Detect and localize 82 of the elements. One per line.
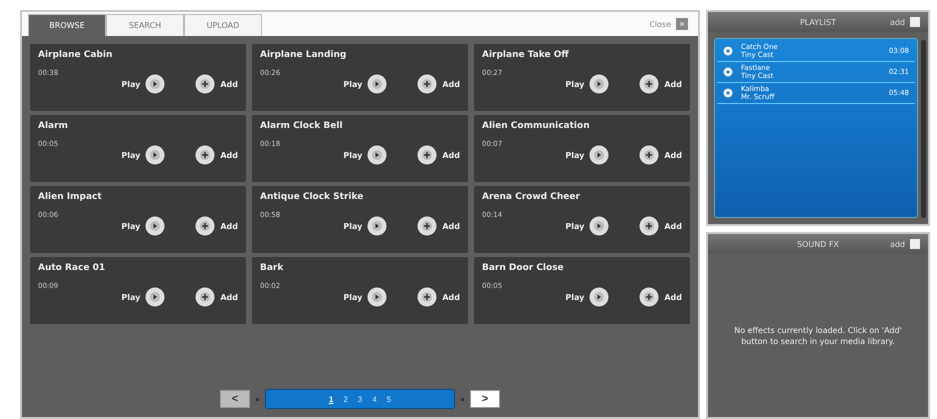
add-button[interactable]	[910, 17, 920, 27]
add-button[interactable]	[910, 239, 920, 249]
sound-name: Barn Door Close	[482, 263, 565, 273]
add-button[interactable]: Add	[417, 287, 460, 307]
play-icon	[589, 287, 610, 307]
disc-icon	[723, 67, 733, 77]
play-button[interactable]: Play	[343, 145, 388, 165]
panel-title: SOUND FX	[796, 240, 840, 248]
plus-icon	[195, 74, 216, 94]
play-icon	[367, 74, 388, 94]
play-icon	[367, 145, 388, 165]
play-icon	[589, 74, 610, 94]
add-button[interactable]: Add	[195, 145, 238, 165]
plus-icon	[639, 287, 660, 307]
play-icon	[145, 216, 166, 236]
previous-button[interactable]: <	[220, 390, 250, 408]
sound-name: Bark	[260, 263, 284, 273]
close-button[interactable]: ×	[676, 18, 688, 30]
empty-message: No effects currently loaded. Click on 'Add' button to search in your media library.	[733, 324, 903, 346]
sound-name: Arena Crowd Cheer	[482, 192, 581, 202]
play-button[interactable]: Play	[343, 74, 388, 94]
plus-icon	[195, 216, 216, 236]
page-number[interactable]: 3	[356, 394, 364, 404]
plus-icon	[417, 145, 438, 165]
sound-name: Airplane Landing	[260, 50, 348, 60]
add-button[interactable]: Add	[417, 74, 460, 94]
play-button[interactable]: Play	[121, 74, 166, 94]
add-button[interactable]: Add	[195, 74, 238, 94]
disc-icon	[723, 46, 733, 56]
plus-icon	[639, 216, 660, 236]
add-button[interactable]: Add	[195, 287, 238, 307]
play-button[interactable]: Play	[565, 216, 610, 236]
add-button[interactable]: Add	[639, 287, 682, 307]
plus-icon	[639, 145, 660, 165]
play-button[interactable]: Play	[121, 216, 166, 236]
sound-name: Airplane Take Off	[482, 50, 570, 60]
tab[interactable]: BROWSE	[28, 14, 106, 36]
add-button[interactable]: Add	[417, 216, 460, 236]
play-icon	[367, 216, 388, 236]
add-button[interactable]: Add	[639, 145, 682, 165]
add-label[interactable]: add	[890, 18, 905, 26]
play-button[interactable]: Play	[343, 216, 388, 236]
page-number[interactable]: 2	[342, 394, 349, 404]
sound-name: Alien Impact	[38, 192, 103, 202]
add-label[interactable]: add	[890, 240, 905, 248]
plus-icon	[417, 287, 438, 307]
play-icon	[145, 145, 166, 165]
sound-name: Antique Clock Strike	[260, 192, 364, 202]
panel-title: PLAYLIST	[798, 18, 837, 26]
tab[interactable]: UPLOAD	[184, 14, 262, 36]
add-button[interactable]: Add	[195, 216, 238, 236]
play-icon	[367, 287, 388, 307]
play-button[interactable]: Play	[343, 287, 388, 307]
play-button[interactable]: Play	[565, 287, 610, 307]
add-button[interactable]: Add	[639, 216, 682, 236]
plus-icon	[195, 287, 216, 307]
plus-icon	[195, 145, 216, 165]
play-button[interactable]: Play	[121, 287, 166, 307]
disc-icon	[723, 88, 733, 98]
sound-name: Alarm Clock Bell	[260, 121, 344, 131]
add-button[interactable]: Add	[417, 145, 460, 165]
add-button[interactable]: Add	[639, 74, 682, 94]
play-icon	[589, 145, 610, 165]
page-number[interactable]: 1	[328, 394, 334, 404]
next-button[interactable]: >	[470, 390, 500, 408]
play-icon	[589, 216, 610, 236]
plus-icon	[417, 216, 438, 236]
sound-name: Auto Race 01	[38, 263, 106, 273]
page-number[interactable]: 4	[371, 394, 378, 404]
play-button[interactable]: Play	[565, 145, 610, 165]
plus-icon	[417, 74, 438, 94]
sound-name: Alarm	[38, 121, 69, 131]
sound-name: Airplane Cabin	[38, 50, 114, 60]
play-icon	[145, 74, 166, 94]
sound-name: Alien Communication	[482, 121, 591, 131]
scrollbar[interactable]	[921, 40, 926, 218]
tab[interactable]: SEARCH	[106, 14, 184, 36]
play-icon	[145, 287, 166, 307]
play-button[interactable]: Play	[121, 145, 166, 165]
play-button[interactable]: Play	[565, 74, 610, 94]
page-number[interactable]: 5	[386, 394, 392, 404]
plus-icon	[639, 74, 660, 94]
